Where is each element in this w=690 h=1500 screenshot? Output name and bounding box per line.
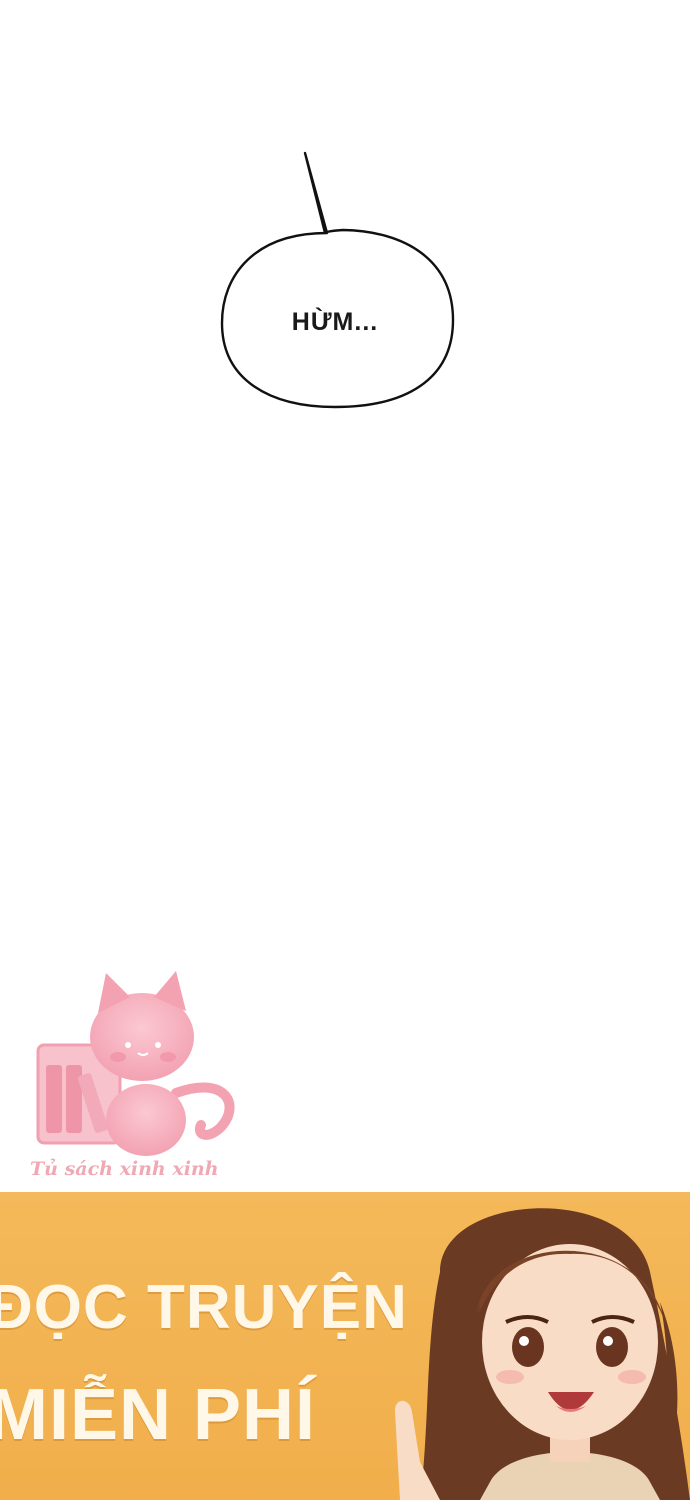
speech-bubble (220, 151, 455, 409)
girl-illustration (394, 1208, 690, 1500)
banner-subtitle: MIỄN PHÍ (0, 1375, 317, 1455)
watermark-logo: Tủ sách xinh xinh (26, 965, 236, 1190)
comic-panel: HỪM... Tủ sách xinh xinh (0, 0, 690, 1192)
cat-bookshelf-icon (36, 971, 235, 1156)
watermark-text: Tủ sách xinh xinh (30, 1158, 219, 1180)
free-reading-banner[interactable]: ĐỌC TRUYỆN MIỄN PHÍ (0, 1192, 690, 1500)
banner-title: ĐỌC TRUYỆN (0, 1273, 408, 1342)
speech-bubble-text: HỪM... (291, 308, 379, 336)
